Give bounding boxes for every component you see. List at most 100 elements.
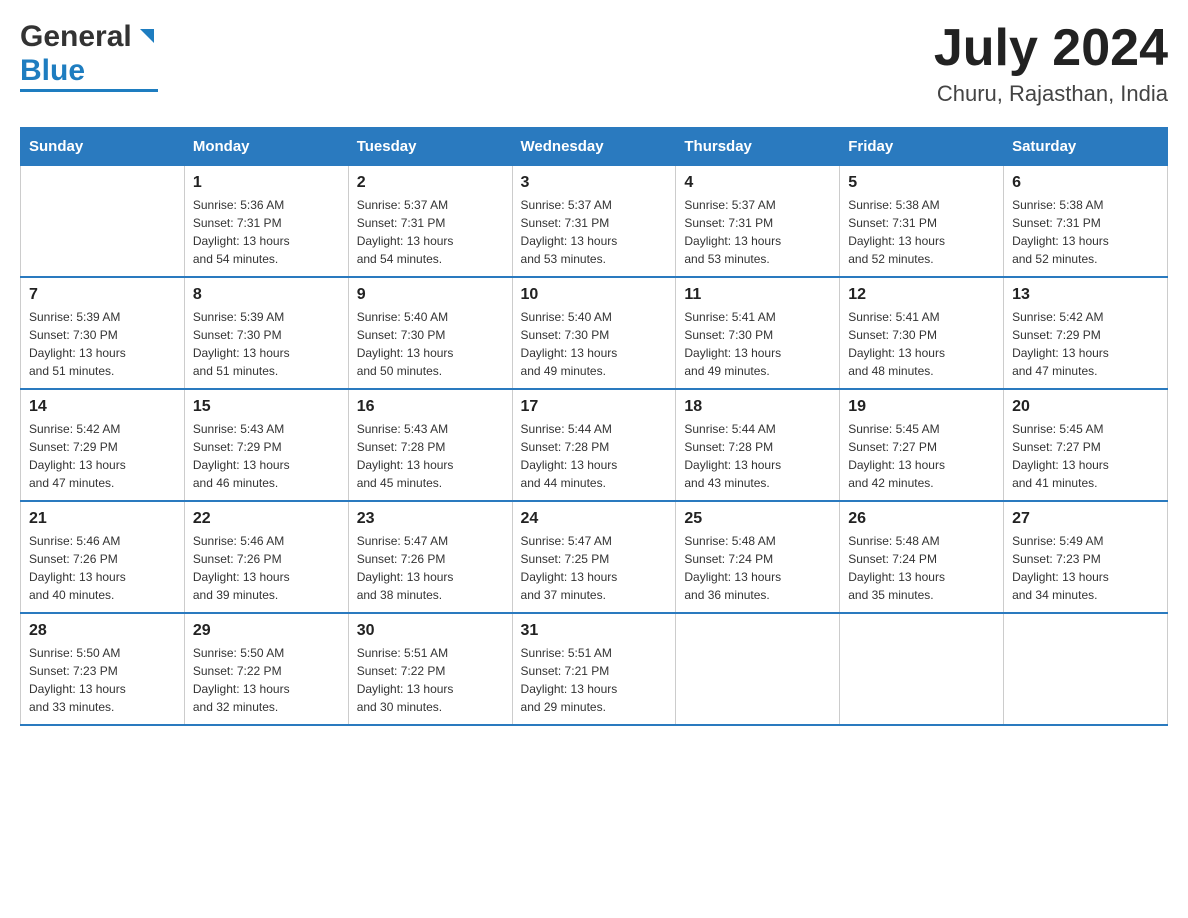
calendar-cell: 22 Sunrise: 5:46 AM Sunset: 7:26 PM Dayli… (184, 501, 348, 613)
day-info: Sunrise: 5:38 AM Sunset: 7:31 PM Dayligh… (848, 196, 995, 268)
day-info: Sunrise: 5:50 AM Sunset: 7:22 PM Dayligh… (193, 644, 340, 716)
week-row-5: 28Sunrise: 5:50 AM Sunset: 7:23 PM Dayli… (21, 613, 1168, 725)
day-info: Sunrise: 5:51 AM Sunset: 7:22 PM Dayligh… (357, 644, 504, 716)
week-row-2: 7 Sunrise: 5:39 AM Sunset: 7:30 PM Daylig… (21, 277, 1168, 389)
day-info: Sunrise: 5:40 AM Sunset: 7:30 PM Dayligh… (521, 308, 668, 380)
day-number: 11 (684, 286, 831, 304)
day-number: 8 (193, 286, 340, 304)
day-number: 10 (521, 286, 668, 304)
day-info: Sunrise: 5:41 AM Sunset: 7:30 PM Dayligh… (684, 308, 831, 380)
calendar-table: SundayMondayTuesdayWednesdayThursdayFrid… (20, 127, 1168, 726)
calendar-cell: 21Sunrise: 5:46 AM Sunset: 7:26 PM Dayli… (21, 501, 185, 613)
calendar-cell: 25 Sunrise: 5:48 AM Sunset: 7:24 PM Dayli… (676, 501, 840, 613)
day-number: 4 (684, 174, 831, 192)
day-number: 30 (357, 622, 504, 640)
day-info: Sunrise: 5:46 AM Sunset: 7:26 PM Dayligh… (193, 532, 340, 604)
day-number: 1 (193, 174, 340, 192)
day-info: Sunrise: 5:48 AM Sunset: 7:24 PM Dayligh… (848, 532, 995, 604)
calendar-cell: 24 Sunrise: 5:47 AM Sunset: 7:25 PM Dayli… (512, 501, 676, 613)
day-number: 29 (193, 622, 340, 640)
days-of-week-row: SundayMondayTuesdayWednesdayThursdayFrid… (21, 128, 1168, 166)
day-number: 9 (357, 286, 504, 304)
calendar-cell: 8 Sunrise: 5:39 AM Sunset: 7:30 PM Daylig… (184, 277, 348, 389)
day-info: Sunrise: 5:43 AM Sunset: 7:28 PM Dayligh… (357, 420, 504, 492)
calendar-cell: 11 Sunrise: 5:41 AM Sunset: 7:30 PM Dayli… (676, 277, 840, 389)
calendar-cell: 13Sunrise: 5:42 AM Sunset: 7:29 PM Dayli… (1004, 277, 1168, 389)
day-info: Sunrise: 5:40 AM Sunset: 7:30 PM Dayligh… (357, 308, 504, 380)
calendar-cell: 12 Sunrise: 5:41 AM Sunset: 7:30 PM Dayli… (840, 277, 1004, 389)
day-number: 14 (29, 398, 176, 416)
calendar-cell: 28Sunrise: 5:50 AM Sunset: 7:23 PM Dayli… (21, 613, 185, 725)
location-subtitle: Churu, Rajasthan, India (934, 81, 1168, 107)
day-of-week-thursday: Thursday (676, 128, 840, 166)
logo-arrow-icon (136, 25, 158, 52)
week-row-4: 21 Sunrise: 5:46 AM Sunset: 7:26 PM Dayli… (21, 501, 1168, 613)
calendar-cell: 31Sunrise: 5:51 AM Sunset: 7:21 PM Dayli… (512, 613, 676, 725)
calendar-cell: 18Sunrise: 5:44 AM Sunset: 7:28 PM Dayli… (676, 389, 840, 501)
logo-blue: Blue (20, 54, 85, 88)
calendar-body: 1Sunrise: 5:36 AM Sunset: 7:31 PM Daylig… (21, 166, 1168, 726)
day-info: Sunrise: 5:39 AM Sunset: 7:30 PM Dayligh… (193, 308, 340, 380)
day-info: Sunrise: 5:37 AM Sunset: 7:31 PM Dayligh… (521, 196, 668, 268)
calendar-cell (676, 613, 840, 725)
day-info: Sunrise: 5:37 AM Sunset: 7:31 PM Dayligh… (684, 196, 831, 268)
day-info: Sunrise: 5:43 AM Sunset: 7:29 PM Dayligh… (193, 420, 340, 492)
calendar-cell: 27Sunrise: 5:49 AM Sunset: 7:23 PM Dayli… (1004, 501, 1168, 613)
calendar-cell: 6 Sunrise: 5:38 AM Sunset: 7:31 PM Daylig… (1004, 166, 1168, 278)
day-info: Sunrise: 5:39 AM Sunset: 7:30 PM Dayligh… (29, 308, 176, 380)
day-number: 13 (1012, 286, 1159, 304)
day-of-week-sunday: Sunday (21, 128, 185, 166)
day-info: Sunrise: 5:47 AM Sunset: 7:26 PM Dayligh… (357, 532, 504, 604)
calendar-cell: 3 Sunrise: 5:37 AM Sunset: 7:31 PM Daylig… (512, 166, 676, 278)
day-info: Sunrise: 5:42 AM Sunset: 7:29 PM Dayligh… (29, 420, 176, 492)
day-of-week-friday: Friday (840, 128, 1004, 166)
calendar-cell: 15 Sunrise: 5:43 AM Sunset: 7:29 PM Dayli… (184, 389, 348, 501)
day-info: Sunrise: 5:45 AM Sunset: 7:27 PM Dayligh… (848, 420, 995, 492)
day-info: Sunrise: 5:49 AM Sunset: 7:23 PM Dayligh… (1012, 532, 1159, 604)
day-number: 28 (29, 622, 176, 640)
day-number: 21 (29, 510, 176, 528)
day-number: 20 (1012, 398, 1159, 416)
day-number: 3 (521, 174, 668, 192)
calendar-cell: 30 Sunrise: 5:51 AM Sunset: 7:22 PM Dayli… (348, 613, 512, 725)
day-number: 5 (848, 174, 995, 192)
day-info: Sunrise: 5:44 AM Sunset: 7:28 PM Dayligh… (521, 420, 668, 492)
title-block: July 2024 Churu, Rajasthan, India (934, 20, 1168, 107)
calendar-cell: 26 Sunrise: 5:48 AM Sunset: 7:24 PM Dayli… (840, 501, 1004, 613)
day-number: 6 (1012, 174, 1159, 192)
logo-general: General (20, 20, 132, 54)
calendar-header: SundayMondayTuesdayWednesdayThursdayFrid… (21, 128, 1168, 166)
day-info: Sunrise: 5:41 AM Sunset: 7:30 PM Dayligh… (848, 308, 995, 380)
day-info: Sunrise: 5:38 AM Sunset: 7:31 PM Dayligh… (1012, 196, 1159, 268)
day-number: 25 (684, 510, 831, 528)
calendar-cell: 10 Sunrise: 5:40 AM Sunset: 7:30 PM Dayli… (512, 277, 676, 389)
day-number: 18 (684, 398, 831, 416)
page-header: General Blue July 2024 Churu, Rajasthan,… (20, 20, 1168, 107)
day-info: Sunrise: 5:47 AM Sunset: 7:25 PM Dayligh… (521, 532, 668, 604)
calendar-cell: 17Sunrise: 5:44 AM Sunset: 7:28 PM Dayli… (512, 389, 676, 501)
day-number: 26 (848, 510, 995, 528)
logo-underline (20, 89, 158, 92)
day-of-week-saturday: Saturday (1004, 128, 1168, 166)
day-number: 24 (521, 510, 668, 528)
calendar-cell: 9 Sunrise: 5:40 AM Sunset: 7:30 PM Daylig… (348, 277, 512, 389)
month-year-title: July 2024 (934, 20, 1168, 77)
day-of-week-wednesday: Wednesday (512, 128, 676, 166)
week-row-1: 1Sunrise: 5:36 AM Sunset: 7:31 PM Daylig… (21, 166, 1168, 278)
calendar-cell: 7 Sunrise: 5:39 AM Sunset: 7:30 PM Daylig… (21, 277, 185, 389)
week-row-3: 14 Sunrise: 5:42 AM Sunset: 7:29 PM Dayli… (21, 389, 1168, 501)
day-info: Sunrise: 5:48 AM Sunset: 7:24 PM Dayligh… (684, 532, 831, 604)
day-number: 15 (193, 398, 340, 416)
day-number: 7 (29, 286, 176, 304)
calendar-cell: 2Sunrise: 5:37 AM Sunset: 7:31 PM Daylig… (348, 166, 512, 278)
day-number: 22 (193, 510, 340, 528)
logo: General Blue (20, 20, 158, 92)
calendar-cell: 4 Sunrise: 5:37 AM Sunset: 7:31 PM Daylig… (676, 166, 840, 278)
day-number: 23 (357, 510, 504, 528)
day-number: 12 (848, 286, 995, 304)
calendar-cell (840, 613, 1004, 725)
calendar-cell (1004, 613, 1168, 725)
calendar-cell: 5 Sunrise: 5:38 AM Sunset: 7:31 PM Daylig… (840, 166, 1004, 278)
calendar-cell (21, 166, 185, 278)
calendar-cell: 14 Sunrise: 5:42 AM Sunset: 7:29 PM Dayli… (21, 389, 185, 501)
